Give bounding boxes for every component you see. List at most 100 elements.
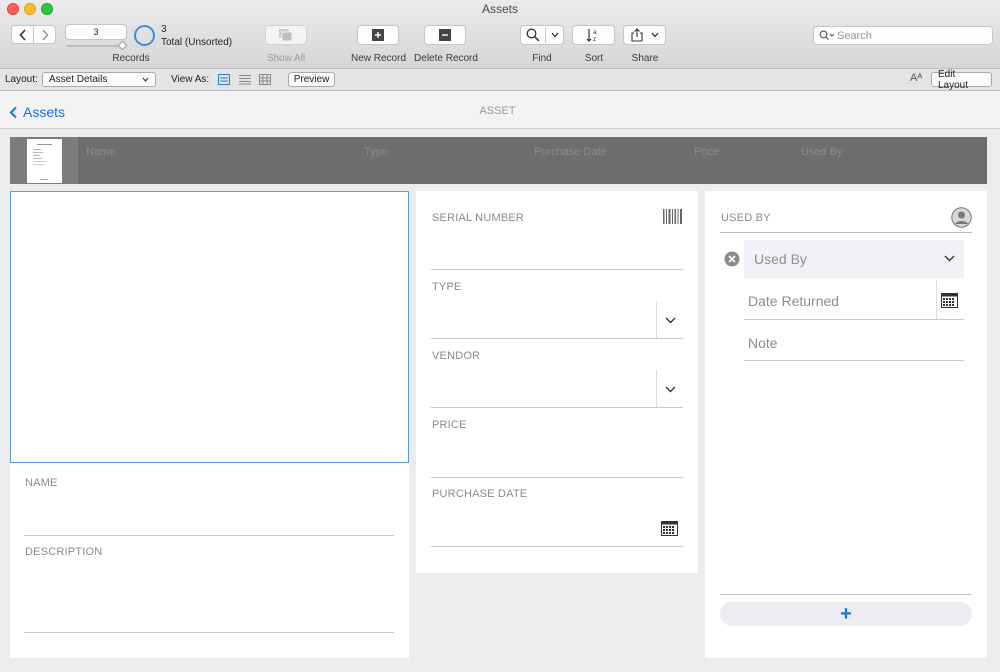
search-placeholder: Search [837,29,872,42]
chevron-down-icon [142,77,149,82]
column-header-price: Price [694,146,720,158]
serial-number-label: SERIAL NUMBER [432,212,525,224]
next-record-button[interactable] [33,25,56,44]
found-set-pie-icon [134,25,155,46]
layout-select[interactable]: Asset Details [42,72,156,87]
portal-bottom-divider [720,594,972,595]
asset-details-panel: SERIAL NUMBER TYPE VENDOR PRICE PURCHASE… [416,191,698,573]
serial-number-field[interactable] [431,227,683,269]
name-field[interactable] [24,491,394,535]
column-header-used-by: Used By [801,146,843,158]
type-label: TYPE [432,281,462,293]
share-icon [630,28,643,42]
purchase-date-underline [431,546,683,547]
date-returned-placeholder: Date Returned [748,293,840,309]
navigation-bar: Assets ASSET [0,91,1000,129]
document-thumbnail [27,139,62,183]
view-as-label: View As: [171,74,210,85]
calendar-icon[interactable] [661,521,678,536]
add-used-by-button[interactable]: + [720,602,972,626]
form-view-icon[interactable] [218,74,230,85]
share-button[interactable] [623,25,666,45]
show-all-button[interactable] [265,25,307,45]
name-label: NAME [25,477,58,489]
preview-button[interactable]: Preview [288,72,335,87]
description-label: DESCRIPTION [25,546,103,558]
date-returned-divider [936,280,937,319]
plus-square-icon [372,29,384,41]
date-returned-field[interactable]: Date Returned [744,280,935,319]
note-field[interactable]: Note [744,322,964,361]
text-formatting-icon[interactable]: Aᴬ [910,72,922,84]
record-status: Total (Unsorted) [161,37,233,48]
barcode-icon[interactable] [663,209,683,224]
used-by-placeholder: Used By [754,251,807,267]
column-header-purchase-date: Purchase Date [534,146,607,158]
vendor-underline [431,407,683,408]
chevron-down-icon [665,386,676,393]
sort-label: Sort [584,53,604,64]
list-view-icon[interactable] [239,74,251,85]
window-title: Assets [481,2,518,16]
table-view-icon[interactable] [259,74,271,85]
column-header-type: Type [364,146,388,158]
vendor-label: VENDOR [432,350,481,362]
purchase-date-label: PURCHASE DATE [432,488,528,500]
layout-label: Layout: [5,74,38,85]
column-header-name: Name [86,146,116,158]
type-underline [431,338,683,339]
svg-text:z: z [593,36,596,42]
search-input[interactable]: Search [813,26,993,45]
chevron-down-icon [651,32,658,38]
person-icon[interactable] [951,207,972,228]
share-label: Share [631,53,659,64]
calendar-icon[interactable] [941,293,958,308]
sort-icon: az [586,29,597,42]
window-toolbar: Assets 3 Records 3 Total (Unsorted) Show… [0,0,1000,69]
svg-text:a: a [593,29,597,36]
used-by-section-label: USED BY [721,212,771,224]
layout-select-value: Asset Details [49,74,108,85]
asset-image-panel: NAME DESCRIPTION [10,191,409,658]
type-dropdown[interactable] [431,301,683,338]
magnifier-icon [526,28,540,42]
vendor-dropdown[interactable] [431,370,683,407]
price-label: PRICE [432,419,467,431]
date-returned-underline [744,319,964,320]
name-field-underline [24,535,394,536]
remove-row-icon[interactable] [724,251,740,267]
description-field-underline [24,632,394,633]
price-field[interactable] [431,435,683,477]
edit-layout-button[interactable]: Edit Layout [931,69,992,91]
record-slider-thumb[interactable] [117,40,128,51]
layout-bar: Layout: Asset Details View As: Preview A… [0,69,1000,91]
chevron-right-icon [41,28,49,41]
asset-image-container[interactable] [10,191,409,463]
new-record-button[interactable] [357,25,399,45]
show-all-label: Show All [266,53,306,64]
find-button[interactable] [520,25,564,45]
record-total: 3 [161,24,167,35]
record-number-field[interactable]: 3 [65,24,127,40]
previous-record-button[interactable] [11,25,34,44]
show-all-icon [279,29,293,42]
used-by-dropdown[interactable]: Used By [744,240,964,278]
serial-number-underline [431,269,683,270]
note-underline [744,360,964,361]
sort-button[interactable]: az [572,25,615,45]
delete-record-label: Delete Record [414,53,478,64]
page-title: ASSET [479,105,516,117]
description-field[interactable] [24,561,394,631]
minus-square-icon [439,29,451,41]
purchase-date-field[interactable] [431,504,683,546]
chevron-down-icon [665,317,676,324]
delete-record-button[interactable] [424,25,466,45]
records-label: Records [112,53,150,64]
record-list-row[interactable]: Name Type Purchase Date Price Used By [10,137,987,184]
chevron-down-icon [944,255,955,262]
chevron-left-icon [18,28,26,41]
note-placeholder: Note [748,335,778,351]
new-record-label: New Record [350,53,407,64]
price-underline [431,477,683,478]
used-by-panel: USED BY Used By Date Returned Note + [705,191,987,658]
